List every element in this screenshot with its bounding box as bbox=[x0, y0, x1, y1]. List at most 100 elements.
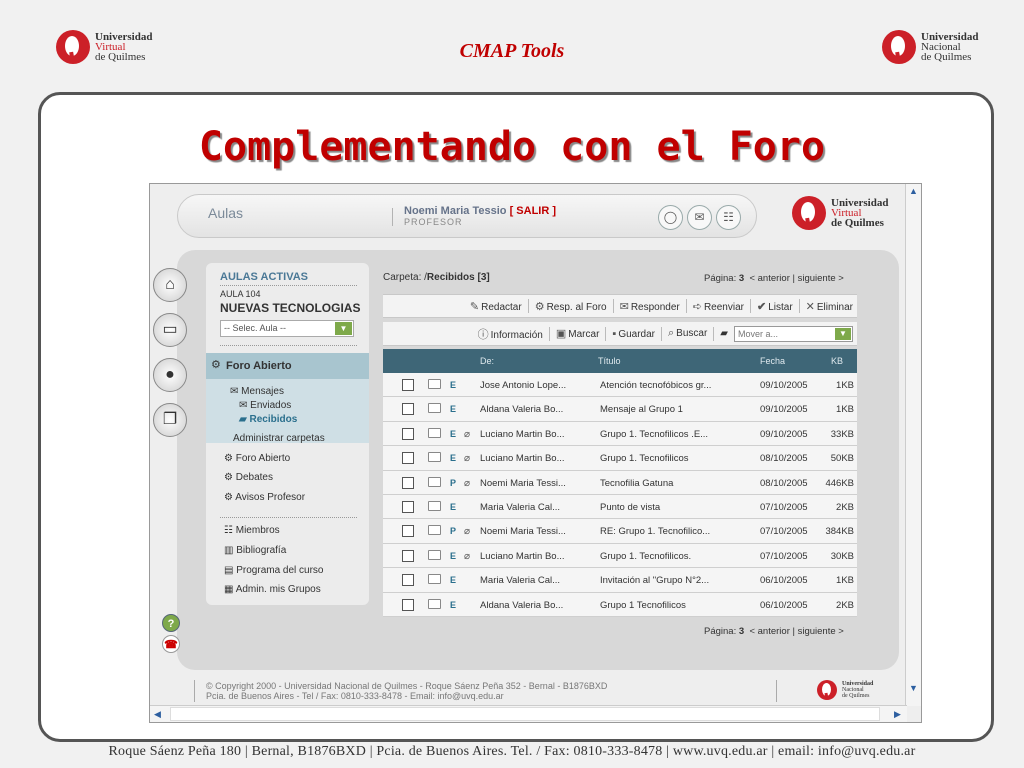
row-checkbox[interactable] bbox=[402, 427, 414, 440]
message-date: 09/10/2005 bbox=[760, 404, 808, 416]
message-date: 08/10/2005 bbox=[760, 477, 808, 489]
informacion-button[interactable]: ⓘ Información bbox=[478, 326, 543, 342]
members-icon[interactable]: ☷ bbox=[716, 205, 741, 230]
vertical-scrollbar[interactable]: ▲ ▼ bbox=[905, 184, 921, 706]
table-row[interactable]: E ⌀ Luciano Martin Bo... Grupo 1. Tecnofili… bbox=[383, 421, 857, 447]
scroll-right-icon[interactable]: ▶ bbox=[892, 708, 903, 720]
aula-number: AULA 104 bbox=[220, 289, 261, 299]
recibidos-link[interactable]: ▰ Recibidos bbox=[239, 414, 297, 425]
mensajes-link[interactable]: ✉ Mensajes bbox=[230, 386, 284, 397]
chevron-down-icon: ▼ bbox=[835, 327, 851, 340]
divider bbox=[612, 299, 614, 313]
divider bbox=[220, 345, 357, 346]
redactar-button[interactable]: ✎ Redactar bbox=[470, 300, 522, 313]
message-from[interactable]: Luciano Martin Bo... bbox=[480, 453, 565, 464]
message-title[interactable]: Grupo 1. Tecnofilicos .E... bbox=[600, 429, 708, 440]
message-from[interactable]: Maria Valeria Cal... bbox=[480, 575, 560, 586]
message-from[interactable]: Aldana Valeria Bo... bbox=[480, 600, 563, 611]
row-checkbox[interactable] bbox=[402, 574, 414, 587]
envelope-icon bbox=[428, 403, 441, 414]
message-from[interactable]: Aldana Valeria Bo... bbox=[480, 404, 563, 415]
resp-foro-label: Resp. al Foro bbox=[546, 301, 607, 313]
sidebar-item-foro-abierto[interactable]: ⚙ Foro Abierto bbox=[224, 453, 290, 464]
sidebar-item-programa[interactable]: ▤ Programa del curso bbox=[224, 565, 324, 576]
copyright-line1: © Copyright 2000 - Universidad Nacional … bbox=[206, 681, 608, 691]
message-title[interactable]: Grupo 1. Tecnofilicos bbox=[600, 453, 689, 464]
message-title[interactable]: Grupo 1. Tecnofilicos. bbox=[600, 551, 691, 562]
message-title[interactable]: Tecnofilia Gatuna bbox=[600, 478, 673, 489]
col-kb[interactable]: KB bbox=[831, 356, 843, 366]
col-titulo[interactable]: Título bbox=[598, 356, 621, 366]
table-row[interactable]: P ⌀ Noemi Maria Tessi... RE: Grupo 1. Tecno… bbox=[383, 519, 857, 544]
marcar-button[interactable]: ▣ Marcar bbox=[556, 327, 600, 340]
reenviar-button[interactable]: ➪ Reenviar bbox=[693, 300, 744, 313]
guardar-button[interactable]: ▪ Guardar bbox=[612, 328, 655, 340]
message-title[interactable]: Grupo 1 Tecnofilicos bbox=[600, 600, 686, 611]
table-row[interactable]: E Jose Antonio Lope... Atención tecnofóbic… bbox=[383, 373, 857, 398]
col-de[interactable]: De: bbox=[480, 356, 494, 366]
help-icon[interactable]: ? bbox=[162, 614, 180, 632]
table-row[interactable]: E Maria Valeria Cal... Punto de vista 07/10… bbox=[383, 494, 857, 520]
horizontal-scrollbar[interactable]: ◀ ▶ bbox=[150, 705, 907, 722]
salir-link[interactable]: [ SALIR ] bbox=[510, 205, 556, 217]
row-checkbox[interactable] bbox=[402, 500, 414, 513]
resp-foro-button[interactable]: ⚙ Resp. al Foro bbox=[535, 300, 607, 313]
admin-carpetas-link[interactable]: Administrar carpetas bbox=[233, 433, 325, 444]
message-title[interactable]: Invitación al "Grupo N°2... bbox=[600, 575, 709, 586]
row-checkbox[interactable] bbox=[402, 525, 414, 538]
table-row[interactable]: P ⌀ Noemi Maria Tessi... Tecnofilia Gatuna 0… bbox=[383, 470, 857, 495]
message-from[interactable]: Maria Valeria Cal... bbox=[480, 502, 560, 513]
col-fecha[interactable]: Fecha bbox=[760, 356, 785, 366]
message-title[interactable]: Mensaje al Grupo 1 bbox=[600, 404, 683, 415]
aula-select[interactable]: -- Selec. Aula -- ▼ bbox=[220, 320, 354, 337]
message-from[interactable]: Noemi Maria Tessi... bbox=[480, 478, 566, 489]
eliminar-button[interactable]: ✕ Eliminar bbox=[806, 300, 853, 313]
row-checkbox[interactable] bbox=[402, 403, 414, 416]
row-checkbox[interactable] bbox=[402, 452, 414, 465]
message-title[interactable]: Atención tecnofóbicos gr... bbox=[600, 380, 711, 391]
page-nav[interactable]: < anterior | siguiente > bbox=[749, 273, 843, 284]
page-nav[interactable]: < anterior | siguiente > bbox=[749, 626, 843, 637]
mover-select[interactable]: Mover a... ▼ bbox=[734, 325, 853, 342]
listar-button[interactable]: ✔ Listar bbox=[757, 300, 793, 313]
books-icon: ▥ bbox=[224, 545, 234, 556]
scroll-down-icon[interactable]: ▼ bbox=[908, 683, 919, 694]
sidebar-item-debates[interactable]: ⚙ Debates bbox=[224, 472, 273, 483]
message-title[interactable]: Punto de vista bbox=[600, 502, 660, 513]
book-icon[interactable]: ❐ bbox=[153, 403, 187, 437]
globe-icon[interactable]: ● bbox=[153, 358, 187, 392]
page-number: 3 bbox=[738, 626, 745, 637]
table-row[interactable]: E Maria Valeria Cal... Invitación al "Grup… bbox=[383, 568, 857, 593]
message-from[interactable]: Luciano Martin Bo... bbox=[480, 429, 565, 440]
table-row[interactable]: E ⌀ Luciano Martin Bo... Grupo 1. Tecnofili… bbox=[383, 543, 857, 569]
message-size: 384KB bbox=[825, 526, 854, 538]
message-title[interactable]: RE: Grupo 1. Tecnofilico... bbox=[600, 526, 710, 537]
row-checkbox[interactable] bbox=[402, 598, 414, 611]
responder-button[interactable]: ✉ Responder bbox=[620, 300, 680, 313]
board-icon[interactable]: ▭ bbox=[153, 313, 187, 347]
message-date: 06/10/2005 bbox=[760, 599, 808, 611]
row-checkbox[interactable] bbox=[402, 476, 414, 489]
sidebar-item-avisos[interactable]: ⚙ Avisos Profesor bbox=[224, 492, 305, 503]
row-checkbox[interactable] bbox=[402, 549, 414, 562]
message-from[interactable]: Jose Antonio Lope... bbox=[480, 380, 566, 391]
table-row[interactable]: E Aldana Valeria Bo... Mensaje al Grupo 1 0… bbox=[383, 397, 857, 422]
table-row[interactable]: E Aldana Valeria Bo... Grupo 1 Tecnofilico… bbox=[383, 592, 857, 617]
table-row[interactable]: E ⌀ Luciano Martin Bo... Grupo 1. Tecnofili… bbox=[383, 446, 857, 471]
sidebar-item-bibliografia[interactable]: ▥ Bibliografía bbox=[224, 545, 286, 556]
buscar-button[interactable]: ⌕ Buscar bbox=[668, 327, 707, 340]
support-icon[interactable]: ☎ bbox=[162, 635, 180, 653]
enviados-link[interactable]: ✉ Enviados bbox=[239, 400, 291, 411]
home-icon[interactable]: ⌂ bbox=[153, 268, 187, 302]
scroll-up-icon[interactable]: ▲ bbox=[908, 186, 919, 197]
message-from[interactable]: Luciano Martin Bo... bbox=[480, 551, 565, 562]
scroll-thumb[interactable] bbox=[170, 707, 880, 721]
chat-icon[interactable]: ◯ bbox=[658, 205, 683, 230]
sidebar-item-miembros[interactable]: ☷ Miembros bbox=[224, 525, 280, 536]
scroll-left-icon[interactable]: ◀ bbox=[152, 708, 163, 720]
sidebar-item-admin-grupos[interactable]: ▦ Admin. mis Grupos bbox=[224, 584, 321, 595]
mail-icon[interactable]: ✉ bbox=[687, 205, 712, 230]
foro-abierto-header[interactable]: ⚙ Foro Abierto bbox=[206, 353, 369, 379]
row-checkbox[interactable] bbox=[402, 379, 414, 391]
message-from[interactable]: Noemi Maria Tessi... bbox=[480, 526, 566, 537]
